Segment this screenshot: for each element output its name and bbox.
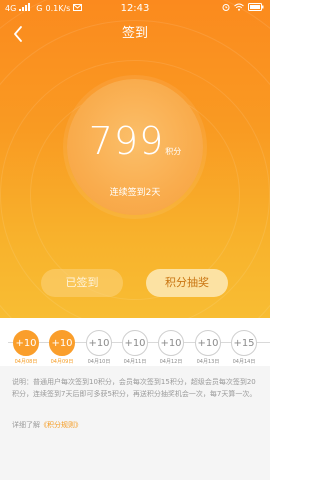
calendar-day: +10 04月11日 [120, 330, 150, 365]
day-date: 04月13日 [196, 359, 220, 365]
alarm-icon [222, 0, 230, 18]
calendar-day: +10 04月08日 [11, 330, 41, 365]
reward-badge: +10 [195, 330, 221, 356]
battery-icon [248, 0, 264, 18]
rules-text: 说明：普通用户每次签到10积分，会员每次签到15积分，超级会员每次签到20积分，… [12, 378, 257, 398]
reward-badge: +15 [231, 330, 257, 356]
reward-badge: +10 [158, 330, 184, 356]
streak-text: 连续签到2天 [109, 188, 161, 198]
day-date: 04月11日 [123, 359, 147, 365]
calendar-day: +10 04月09日 [47, 330, 77, 365]
signin-calendar: +10 04月08日 +10 04月09日 +10 04月10日 +10 04月… [0, 318, 270, 366]
reward-badge: +10 [13, 330, 39, 356]
rules-more-prefix: 详细了解 [12, 421, 40, 429]
reward-badge: +10 [86, 330, 112, 356]
status-bar: 4G G 0.1K/s 12:43 [0, 0, 270, 18]
header-background: 4G G 0.1K/s 12:43 签到 799积分 连续签到2天 已签到 积分… [0, 0, 270, 318]
points-unit: 积分 [165, 147, 182, 156]
reward-badge: +10 [122, 330, 148, 356]
calendar-day: +10 04月13日 [193, 330, 223, 365]
day-date: 04月12日 [159, 359, 183, 365]
reward-badge: +10 [49, 330, 75, 356]
day-date: 04月09日 [50, 359, 74, 365]
nav-bar: 签到 [0, 18, 270, 50]
rules-section: 说明：普通用户每次签到10积分，会员每次签到15积分，超级会员每次签到20积分，… [0, 366, 270, 480]
points-value: 799 [88, 119, 165, 163]
rules-more: 详细了解《积分规则》 [12, 420, 82, 430]
calendar-day: +10 04月12日 [156, 330, 186, 365]
calendar-day: +15 04月14日 [229, 330, 259, 365]
wifi-icon [234, 0, 244, 18]
points-circle: 799积分 连续签到2天 [67, 79, 203, 215]
signed-button[interactable]: 已签到 [41, 269, 123, 297]
day-date: 04月08日 [14, 359, 38, 365]
rules-link[interactable]: 《积分规则》 [40, 421, 82, 429]
lottery-button[interactable]: 积分抽奖 [146, 269, 228, 297]
page-title: 签到 [121, 26, 148, 41]
day-date: 04月14日 [232, 359, 256, 365]
points-display: 799积分 [67, 119, 203, 163]
calendar-day: +10 04月10日 [84, 330, 114, 365]
day-date: 04月10日 [87, 359, 111, 365]
